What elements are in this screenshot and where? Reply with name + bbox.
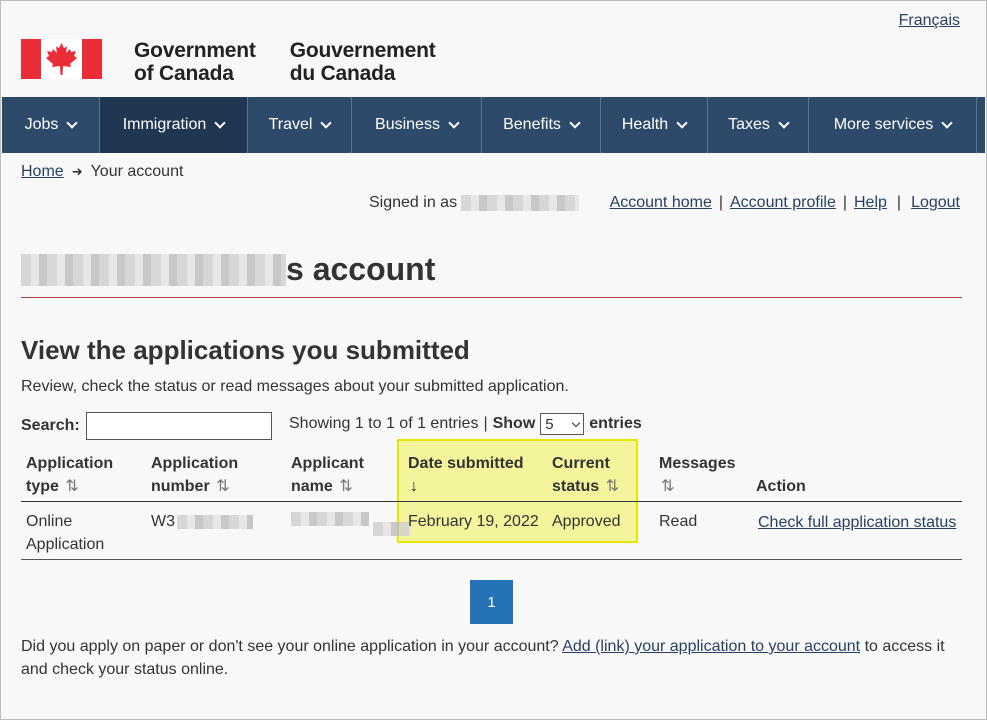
col-header-current-status[interactable]: Current status ⇅ <box>552 452 619 498</box>
search-input[interactable] <box>85 412 272 440</box>
menu-item-benefits[interactable]: Benefits <box>482 97 601 153</box>
applications-table: Application type ⇅ Application number ⇅ … <box>21 439 962 560</box>
arrow-right-icon: ➜ <box>71 164 83 179</box>
gov-name-fr: Gouvernement du Canada <box>289 39 436 85</box>
chevron-down-icon <box>572 418 581 427</box>
chevron-down-icon <box>941 117 953 129</box>
col-header-messages[interactable]: Messages ⇅ <box>659 452 736 498</box>
col-header-applicant-name[interactable]: Applicant name ⇅ <box>291 452 364 498</box>
logout-link[interactable]: Logout <box>911 194 960 212</box>
menu-item-immigration[interactable]: Immigration <box>100 97 248 153</box>
chevron-down-icon <box>214 117 226 129</box>
chevron-down-icon <box>778 117 790 129</box>
check-status-link[interactable]: Check full application status <box>758 511 956 534</box>
breadcrumb-home-link[interactable]: Home <box>21 163 64 181</box>
cell-messages: Read <box>659 513 698 530</box>
intro-text: Review, check the status or read message… <box>21 378 569 395</box>
breadcrumb-current: Your account <box>90 163 184 180</box>
redacted-username <box>461 195 580 211</box>
chevron-down-icon <box>448 117 460 129</box>
menu-item-jobs[interactable]: Jobs <box>2 97 100 153</box>
footer-note: Did you apply on paper or don't see your… <box>21 638 945 678</box>
pagination-page-1[interactable]: 1 <box>470 580 513 624</box>
entries-info: Showing 1 to 1 of 1 entries <box>289 415 479 432</box>
sort-icon: ⇅ <box>605 478 619 495</box>
help-link[interactable]: Help <box>854 194 887 212</box>
sort-icon: ⇅ <box>339 478 353 495</box>
col-header-date-submitted[interactable]: Date submitted ↓ <box>408 452 524 498</box>
sort-icon: ⇅ <box>216 478 230 495</box>
menu-item-taxes[interactable]: Taxes <box>708 97 809 153</box>
search-control: Search: <box>21 412 272 440</box>
add-application-link[interactable]: Add (link) your application to your acco… <box>562 638 860 655</box>
col-header-application-type[interactable]: Application type ⇅ <box>26 452 113 498</box>
chevron-down-icon <box>66 117 79 129</box>
col-header-action: Action <box>756 478 806 495</box>
redacted-application-number <box>177 514 253 529</box>
sort-icon: ⇅ <box>65 478 79 495</box>
page-title: s account <box>21 251 962 298</box>
search-label: Search: <box>21 417 80 434</box>
menu-item-health[interactable]: Health <box>601 97 708 153</box>
section-heading: View the applications you submitted <box>21 335 470 365</box>
cell-applicant-name <box>291 512 412 543</box>
menu-item-business[interactable]: Business <box>352 97 482 153</box>
account-links: Account home | Account profile | Help | … <box>609 194 960 212</box>
gov-name-en: Government of Canada <box>134 39 256 85</box>
sort-desc-icon: ↓ <box>410 478 418 495</box>
redacted-applicant-name <box>291 512 369 526</box>
breadcrumb: Home ➜ Your account <box>21 163 183 181</box>
chevron-down-icon <box>320 117 333 129</box>
table-row: Online Application W3 February 19, 2022 … <box>21 502 962 560</box>
col-header-application-number[interactable]: Application number ⇅ <box>151 452 238 498</box>
cell-application-type: Online Application <box>26 513 105 553</box>
main-menu: Jobs Immigration Travel Business Benefit… <box>2 97 985 153</box>
cell-current-status: Approved <box>552 513 621 530</box>
canada-flag-icon <box>21 39 102 79</box>
table-info: Showing 1 to 1 of 1 entries | Show 5 ent… <box>289 413 642 435</box>
sort-icon: ⇅ <box>661 478 675 495</box>
cell-date-submitted: February 19, 2022 <box>408 513 539 530</box>
redacted-account-name <box>21 253 286 286</box>
chevron-down-icon <box>569 117 581 129</box>
account-home-link[interactable]: Account home <box>610 194 712 212</box>
chevron-down-icon <box>676 117 688 129</box>
language-toggle-link[interactable]: Français <box>899 12 960 30</box>
table-header: Application type ⇅ Application number ⇅ … <box>21 442 962 502</box>
government-signature[interactable]: Government of Canada Gouvernement du Can… <box>21 39 436 85</box>
menu-item-travel[interactable]: Travel <box>248 97 352 153</box>
signed-in-info: Signed in as <box>369 194 580 212</box>
cell-application-number: W3 <box>151 510 253 533</box>
menu-item-more-services[interactable]: More services <box>809 97 977 153</box>
account-profile-link[interactable]: Account profile <box>730 194 836 212</box>
page-size-select[interactable]: 5 <box>540 413 585 435</box>
